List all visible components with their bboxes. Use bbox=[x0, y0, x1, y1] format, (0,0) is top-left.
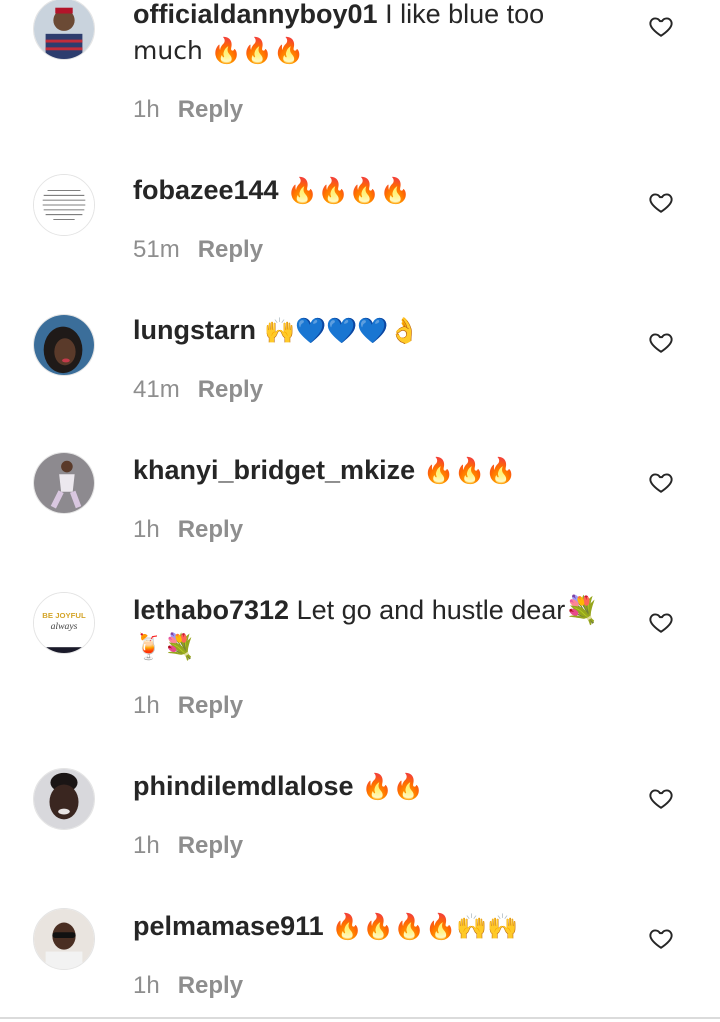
avatar-photo bbox=[34, 315, 94, 375]
comment-meta: 51m Reply bbox=[133, 235, 263, 265]
username[interactable]: lungstarn bbox=[133, 315, 256, 345]
comment-body: 🔥🔥🔥🔥 bbox=[278, 176, 412, 205]
avatar[interactable] bbox=[33, 0, 95, 60]
avatar[interactable] bbox=[33, 174, 95, 236]
username[interactable]: pelmamase911 bbox=[133, 911, 324, 941]
avatar-photo bbox=[34, 175, 94, 235]
comment-body: I like blue too bbox=[377, 0, 545, 29]
reply-button[interactable]: Reply bbox=[178, 692, 243, 719]
avatar-logo-line1: BE JOYFUL bbox=[42, 611, 86, 620]
avatar-photo bbox=[34, 769, 94, 829]
comment-text: fobazee144 🔥🔥🔥🔥 bbox=[133, 172, 623, 209]
comment-meta: 1h Reply bbox=[133, 831, 243, 861]
avatar-photo bbox=[34, 909, 94, 969]
comment-text: lethabo7312 Let go and hustle dear💐 🍹💐 bbox=[133, 592, 623, 665]
reply-button[interactable]: Reply bbox=[178, 832, 243, 859]
comment-body-continued: 🍹💐 bbox=[133, 632, 196, 661]
timestamp: 1h bbox=[133, 516, 160, 543]
comment-meta: 41m Reply bbox=[133, 375, 263, 405]
reply-button[interactable]: Reply bbox=[198, 376, 263, 403]
username[interactable]: khanyi_bridget_mkize bbox=[133, 455, 415, 485]
comment-meta: 1h Reply bbox=[133, 691, 243, 721]
timestamp: 1h bbox=[133, 832, 160, 859]
reply-button[interactable]: Reply bbox=[178, 96, 243, 123]
comment-body: 🙌💙💙💙👌 bbox=[256, 316, 420, 345]
reply-button[interactable]: Reply bbox=[178, 972, 243, 999]
username[interactable]: officialdannyboy01 bbox=[133, 0, 378, 29]
comment-meta: 1h Reply bbox=[133, 515, 243, 545]
heart-icon[interactable] bbox=[648, 469, 674, 495]
avatar[interactable] bbox=[33, 452, 95, 514]
comment-meta: 1h Reply bbox=[133, 95, 243, 125]
comment-text: khanyi_bridget_mkize 🔥🔥🔥 bbox=[133, 452, 623, 489]
timestamp: 1h bbox=[133, 972, 160, 999]
timestamp: 1h bbox=[133, 96, 160, 123]
timestamp: 41m bbox=[133, 376, 180, 403]
heart-icon[interactable] bbox=[648, 785, 674, 811]
comment-body: 🔥🔥🔥🔥🙌🙌 bbox=[323, 912, 519, 941]
avatar-photo bbox=[34, 453, 94, 513]
comment-body: 🔥🔥 bbox=[353, 772, 424, 801]
comment-meta: 1h Reply bbox=[133, 971, 243, 1001]
avatar-logo: BE JOYFUL always bbox=[34, 593, 94, 653]
comment-body: Let go and hustle dear💐 bbox=[289, 595, 599, 625]
comment-text: phindilemdlalose 🔥🔥 bbox=[133, 768, 623, 805]
comment-text: lungstarn 🙌💙💙💙👌 bbox=[133, 312, 623, 349]
avatar[interactable]: BE JOYFUL always bbox=[33, 592, 95, 654]
heart-icon[interactable] bbox=[648, 13, 674, 39]
timestamp: 1h bbox=[133, 692, 160, 719]
heart-icon[interactable] bbox=[648, 925, 674, 951]
reply-button[interactable]: Reply bbox=[178, 516, 243, 543]
heart-icon[interactable] bbox=[648, 609, 674, 635]
avatar[interactable] bbox=[33, 314, 95, 376]
comment-text: pelmamase911 🔥🔥🔥🔥🙌🙌 bbox=[133, 908, 623, 945]
comment-text: officialdannyboy01 I like blue too much … bbox=[133, 0, 623, 69]
heart-icon[interactable] bbox=[648, 189, 674, 215]
avatar-logo-line2: always bbox=[51, 621, 78, 632]
username[interactable]: phindilemdlalose bbox=[133, 771, 354, 801]
heart-icon[interactable] bbox=[648, 329, 674, 355]
username[interactable]: lethabo7312 bbox=[133, 595, 289, 625]
avatar[interactable] bbox=[33, 768, 95, 830]
avatar[interactable] bbox=[33, 908, 95, 970]
comment-body: 🔥🔥🔥 bbox=[415, 456, 517, 485]
comment-body-continued: much 🔥🔥🔥 bbox=[133, 36, 305, 65]
username[interactable]: fobazee144 bbox=[133, 175, 279, 205]
timestamp: 51m bbox=[133, 236, 180, 263]
avatar-photo bbox=[34, 0, 94, 59]
divider bbox=[0, 1017, 720, 1019]
reply-button[interactable]: Reply bbox=[198, 236, 263, 263]
